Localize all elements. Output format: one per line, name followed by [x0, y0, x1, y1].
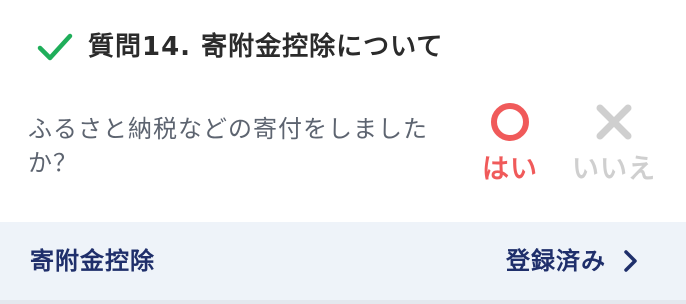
no-label: いいえ: [572, 154, 656, 184]
deduction-link-row[interactable]: 寄附金控除 登録済み: [0, 222, 686, 300]
yes-button[interactable]: はい: [460, 100, 560, 192]
circle-icon: [491, 103, 529, 141]
chevron-right-icon: [624, 250, 637, 272]
question-title: 質問14. 寄附金控除について: [88, 32, 444, 62]
no-button[interactable]: いいえ: [564, 100, 664, 192]
registration-status: 登録済み: [506, 247, 606, 275]
question-header: 質問14. 寄附金控除について: [0, 0, 686, 94]
question-text: ふるさと納税などの寄付をしましたか？: [28, 115, 428, 177]
cross-icon: [596, 104, 632, 140]
yes-label: はい: [482, 154, 538, 184]
question-card: 質問14. 寄附金控除について ふるさと納税などの寄付をしましたか？ はい いい…: [0, 0, 686, 304]
card-bottom-border: [0, 300, 686, 304]
deduction-title: 寄附金控除: [30, 247, 155, 275]
check-icon: [37, 33, 73, 61]
